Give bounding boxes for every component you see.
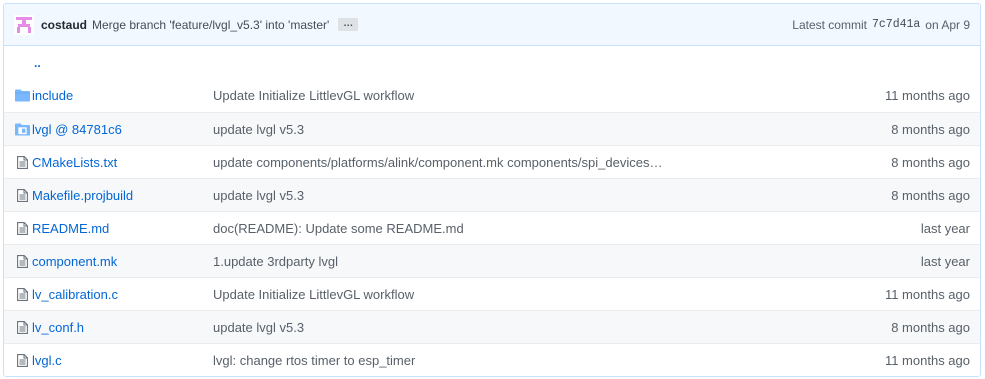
file-commit-message-link[interactable]: 1.update 3rdparty lvgl [213, 254, 830, 269]
submodule-icon [4, 123, 32, 136]
file-name-link[interactable]: CMakeLists.txt [32, 155, 213, 170]
parent-dir-row: .. [4, 46, 980, 79]
file-commit-age: 11 months ago [884, 352, 970, 368]
file-name-link[interactable]: lv_calibration.c [32, 287, 213, 302]
file-row: README.md doc(README): Update some READM… [4, 211, 980, 244]
commit-author[interactable]: costaud [41, 18, 87, 32]
file-commit-message-link[interactable]: update lvgl v5.3 [213, 188, 830, 203]
file-name-link[interactable]: component.mk [32, 254, 213, 269]
file-name-link[interactable]: README.md [32, 221, 213, 236]
file-commit-age: 8 months ago [891, 187, 970, 203]
file-row: lvgl @ 84781c6 update lvgl v5.3 8 months… [4, 112, 980, 145]
file-row: lv_calibration.c Update Initialize Littl… [4, 277, 980, 310]
file-icon [4, 287, 32, 301]
latest-commit-info: Latest commit 7c7d41a on Apr 9 [792, 18, 970, 32]
file-browser: costaud Merge branch 'feature/lvgl_v5.3'… [3, 3, 981, 377]
file-icon [4, 353, 32, 367]
file-commit-age: last year [920, 253, 970, 269]
folder-icon [4, 89, 32, 102]
expand-message-button[interactable]: … [338, 18, 359, 31]
file-name-link[interactable]: lvgl.c [32, 353, 213, 368]
file-list: .. include Update Initialize LittlevGL w… [4, 46, 980, 376]
parent-dir-link[interactable]: .. [4, 56, 41, 70]
file-icon [4, 221, 32, 235]
file-commit-message-link[interactable]: Update Initialize LittlevGL workflow [213, 88, 830, 103]
latest-commit-bar: costaud Merge branch 'feature/lvgl_v5.3'… [4, 4, 980, 46]
file-icon [4, 254, 32, 268]
file-row: lvgl.c lvgl: change rtos timer to esp_ti… [4, 343, 980, 376]
file-name-link[interactable]: lv_conf.h [32, 320, 213, 335]
file-icon [4, 155, 32, 169]
file-commit-age: last year [920, 220, 970, 236]
file-name-link[interactable]: include [32, 88, 213, 103]
commit-date: on Apr 9 [925, 17, 970, 32]
file-row: component.mk 1.update 3rdparty lvgl last… [4, 244, 980, 277]
file-commit-message-link[interactable]: update components/platforms/alink/compon… [213, 155, 830, 170]
commit-sha-link[interactable]: 7c7d41a [872, 18, 920, 31]
file-row: lv_conf.h update lvgl v5.3 8 months ago [4, 310, 980, 343]
file-commit-message-link[interactable]: update lvgl v5.3 [213, 320, 830, 335]
latest-commit-label: Latest commit [792, 17, 867, 32]
file-name-link[interactable]: Makefile.projbuild [32, 188, 213, 203]
file-commit-age: 8 months ago [891, 121, 970, 137]
file-row: CMakeLists.txt update components/platfor… [4, 145, 980, 178]
file-name-link[interactable]: lvgl @ 84781c6 [32, 122, 213, 137]
file-commit-age: 11 months ago [884, 286, 970, 302]
file-commit-message-link[interactable]: doc(README): Update some README.md [213, 221, 830, 236]
commit-message[interactable]: Merge branch 'feature/lvgl_v5.3' into 'm… [92, 18, 329, 32]
file-commit-message-link[interactable]: update lvgl v5.3 [213, 122, 830, 137]
file-commit-age: 8 months ago [891, 319, 970, 335]
file-commit-message-link[interactable]: Update Initialize LittlevGL workflow [213, 287, 830, 302]
file-commit-age: 11 months ago [884, 88, 970, 103]
file-row: include Update Initialize LittlevGL work… [4, 79, 980, 112]
file-icon [4, 320, 32, 334]
file-row: Makefile.projbuild update lvgl v5.3 8 mo… [4, 178, 980, 211]
file-icon [4, 188, 32, 202]
file-commit-message-link[interactable]: lvgl: change rtos timer to esp_timer [213, 353, 830, 368]
avatar[interactable] [14, 14, 34, 35]
file-commit-age: 8 months ago [891, 154, 970, 170]
